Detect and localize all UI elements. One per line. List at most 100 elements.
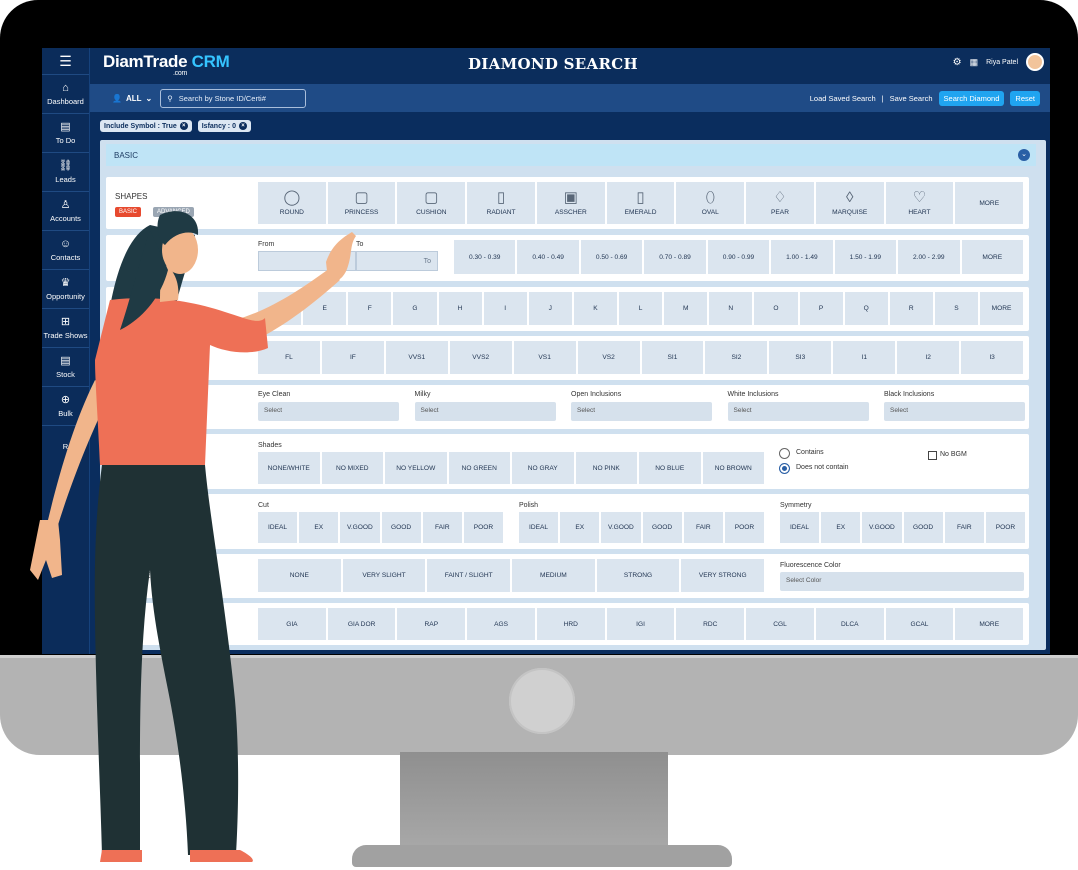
symmetry-button[interactable]: EX — [821, 512, 861, 543]
polish-button[interactable]: POOR — [724, 512, 765, 543]
color-button[interactable]: M — [664, 292, 708, 325]
shade-button[interactable]: NO BROWN — [702, 452, 764, 484]
fluorescence-button[interactable]: STRONG — [596, 559, 680, 592]
cut-button[interactable]: IDEAL — [258, 512, 298, 543]
symmetry-button[interactable]: IDEAL — [780, 512, 820, 543]
shape-button[interactable]: ▣ ASSCHER — [536, 182, 605, 224]
color-button[interactable]: K — [573, 292, 617, 325]
inclusion-select[interactable]: Select — [258, 402, 399, 421]
shape-button[interactable]: ▢ CUSHION — [397, 182, 466, 224]
carat-range-button[interactable]: 0.90 - 0.99 — [707, 240, 770, 274]
section-header[interactable]: BASIC ⌄ — [106, 144, 1036, 166]
color-button[interactable]: R — [889, 292, 933, 325]
lab-button[interactable]: CGL — [746, 608, 814, 640]
carat-from-input[interactable]: From — [258, 251, 356, 271]
carat-range-button[interactable]: 1.50 - 1.99 — [834, 240, 897, 274]
fluorescence-button[interactable]: VERY STRONG — [681, 559, 765, 592]
shape-button[interactable]: ♢ PEAR — [746, 182, 814, 224]
carat-range-button[interactable]: MORE — [961, 240, 1023, 274]
color-button[interactable]: MORE — [980, 292, 1024, 325]
contains-radio[interactable] — [779, 448, 790, 459]
fluorescence-button[interactable]: VERY SLIGHT — [342, 559, 426, 592]
shade-button[interactable]: NO BLUE — [639, 452, 701, 484]
hamburger-menu-icon[interactable]: ☰ — [42, 48, 89, 74]
clarity-button[interactable]: I3 — [961, 341, 1024, 374]
shade-button[interactable]: NO PINK — [575, 452, 637, 484]
color-button[interactable]: F — [348, 292, 392, 325]
polish-button[interactable]: EX — [560, 512, 600, 543]
load-saved-search-link[interactable]: Load Saved Search — [810, 94, 876, 103]
cut-button[interactable]: GOOD — [381, 512, 421, 543]
shape-button[interactable]: ◊ MARQUISE — [815, 182, 884, 224]
lab-button[interactable]: DLCA — [815, 608, 884, 640]
shade-button[interactable]: NO MIXED — [321, 452, 383, 484]
reset-button[interactable]: Reset — [1010, 90, 1040, 106]
user-name[interactable]: Riya Patel — [986, 59, 1018, 66]
carat-range-button[interactable]: 0.30 - 0.39 — [454, 240, 516, 274]
avatar[interactable] — [1026, 53, 1044, 71]
close-icon[interactable]: × — [179, 122, 188, 130]
lab-button[interactable]: GIA DOR — [327, 608, 396, 640]
color-button[interactable]: L — [619, 292, 663, 325]
shade-button[interactable]: NO YELLOW — [385, 452, 447, 484]
clarity-button[interactable]: VS2 — [577, 341, 640, 374]
clarity-button[interactable]: IF — [321, 341, 384, 374]
color-button[interactable]: D — [258, 292, 302, 325]
fluorescence-button[interactable]: FAINT / SLIGHT — [427, 559, 511, 592]
shape-button[interactable]: ▯ EMERALD — [606, 182, 675, 224]
filter-chip[interactable]: Include Symbol : True × — [100, 120, 192, 132]
sidebar-item[interactable]: ♙ Accounts — [42, 191, 89, 230]
carat-range-button[interactable]: 0.70 - 0.89 — [644, 240, 706, 274]
color-button[interactable]: I — [483, 292, 527, 325]
carat-range-button[interactable]: 0.50 - 0.69 — [580, 240, 643, 274]
sidebar-item[interactable]: ⌂ Dashboard — [42, 74, 89, 113]
search-diamond-button[interactable]: Search Diamond — [938, 90, 1005, 106]
symmetry-button[interactable]: POOR — [985, 512, 1026, 543]
sidebar-item[interactable]: ☺ Contacts — [42, 230, 89, 269]
no-bgm-checkbox[interactable] — [928, 451, 937, 460]
color-button[interactable]: J — [528, 292, 572, 325]
sidebar-item[interactable]: ⊞ Trade Shows — [42, 308, 89, 347]
polish-button[interactable]: GOOD — [642, 512, 682, 543]
lab-button[interactable]: HRD — [536, 608, 605, 640]
advanced-tab[interactable]: ADVANCED — [153, 207, 194, 217]
polish-button[interactable]: V.GOOD — [601, 512, 641, 543]
color-button[interactable]: H — [438, 292, 482, 325]
lab-button[interactable]: IGI — [606, 608, 675, 640]
shape-button[interactable]: ◯ ROUND — [258, 182, 326, 224]
shape-button[interactable]: ▢ PRINCESS — [327, 182, 396, 224]
shade-button[interactable]: NO GRAY — [512, 452, 574, 484]
polish-button[interactable]: FAIR — [683, 512, 723, 543]
color-button[interactable]: S — [934, 292, 978, 325]
carat-range-button[interactable]: 0.40 - 0.49 — [517, 240, 579, 274]
fluorescence-button[interactable]: MEDIUM — [512, 559, 595, 592]
scope-dropdown[interactable]: 👤 ALL ⌄ — [112, 94, 152, 103]
inclusion-select[interactable]: Select — [884, 402, 1025, 421]
fluorescence-button[interactable]: NONE — [258, 559, 341, 592]
carat-range-button[interactable]: 2.00 - 2.99 — [898, 240, 960, 274]
shape-button[interactable]: ▯ RADIANT — [467, 182, 535, 224]
calendar-icon[interactable]: ▦ — [970, 57, 979, 68]
color-button[interactable]: P — [799, 292, 843, 325]
clarity-button[interactable]: SI2 — [705, 341, 768, 374]
clarity-button[interactable]: VVS2 — [449, 341, 512, 374]
lab-button[interactable]: RDC — [676, 608, 745, 640]
clarity-button[interactable]: I1 — [833, 341, 896, 374]
polish-button[interactable]: IDEAL — [519, 512, 559, 543]
search-input[interactable]: ⚲ Search by Stone ID/Certi# — [160, 88, 307, 108]
clarity-button[interactable]: SI1 — [641, 341, 704, 374]
cut-button[interactable]: EX — [299, 512, 339, 543]
sidebar-item[interactable]: ♛ Opportunity — [42, 269, 89, 308]
inclusion-select[interactable]: Select — [414, 402, 556, 421]
logo[interactable]: DiamTrade CRM .com — [103, 52, 230, 77]
cut-button[interactable]: V.GOOD — [340, 512, 380, 543]
inclusion-select[interactable]: Select — [727, 402, 869, 421]
filter-chip[interactable]: Isfancy : 0 × — [197, 120, 251, 132]
shape-button[interactable]: ♡ HEART — [885, 182, 954, 224]
basic-tab[interactable]: BASIC — [115, 207, 142, 217]
color-button[interactable]: E — [303, 292, 347, 325]
symmetry-button[interactable]: V.GOOD — [862, 512, 902, 543]
sidebar-item[interactable]: ▤ Stock — [42, 347, 89, 386]
clarity-button[interactable]: VS1 — [513, 341, 576, 374]
symmetry-button[interactable]: GOOD — [903, 512, 943, 543]
